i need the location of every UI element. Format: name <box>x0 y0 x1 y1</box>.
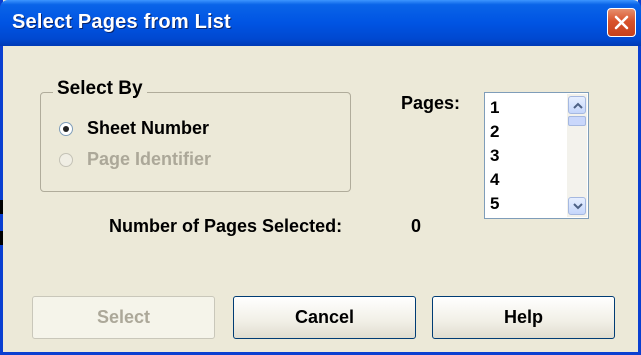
cancel-button[interactable]: Cancel <box>233 296 416 339</box>
select-by-group <box>40 92 351 192</box>
list-item[interactable]: 3 <box>490 144 499 168</box>
pages-list: 1 2 3 4 5 <box>490 96 499 216</box>
edge-mark <box>0 200 3 214</box>
radio-dot-disabled <box>59 153 73 167</box>
radio-page-identifier: Page Identifier <box>59 149 319 173</box>
list-item[interactable]: 1 <box>490 96 499 120</box>
edge-mark <box>0 231 3 245</box>
title-bar[interactable]: Select Pages from List <box>0 0 641 46</box>
list-item[interactable]: 5 <box>490 192 499 216</box>
scroll-down-icon <box>573 203 583 210</box>
radio-sheet-number-label: Sheet Number <box>87 118 210 138</box>
radio-dot-checked[interactable] <box>59 122 73 136</box>
select-by-label: Select By <box>53 78 147 100</box>
pages-label: Pages: <box>401 93 461 113</box>
radio-sheet-number[interactable]: Sheet Number <box>59 118 319 142</box>
close-button[interactable] <box>607 8 636 37</box>
list-item[interactable]: 2 <box>490 120 499 144</box>
select-button: Select <box>32 296 215 339</box>
vertical-scrollbar[interactable] <box>567 94 587 217</box>
scroll-up-button[interactable] <box>568 96 586 114</box>
list-item[interactable]: 4 <box>490 168 499 192</box>
close-icon <box>614 15 629 30</box>
pages-listbox[interactable]: 1 2 3 4 5 <box>484 92 589 219</box>
pages-selected-count: 0 <box>411 216 422 236</box>
window-title: Select Pages from List <box>12 11 231 33</box>
help-button[interactable]: Help <box>432 296 615 339</box>
radio-page-identifier-label: Page Identifier <box>87 149 212 169</box>
scroll-down-button[interactable] <box>568 197 586 215</box>
scroll-thumb[interactable] <box>568 116 586 126</box>
pages-selected-label: Number of Pages Selected: <box>109 216 343 236</box>
dialog-window: Select Pages from List Select By Sheet N… <box>0 0 641 355</box>
scroll-up-icon <box>573 102 583 109</box>
